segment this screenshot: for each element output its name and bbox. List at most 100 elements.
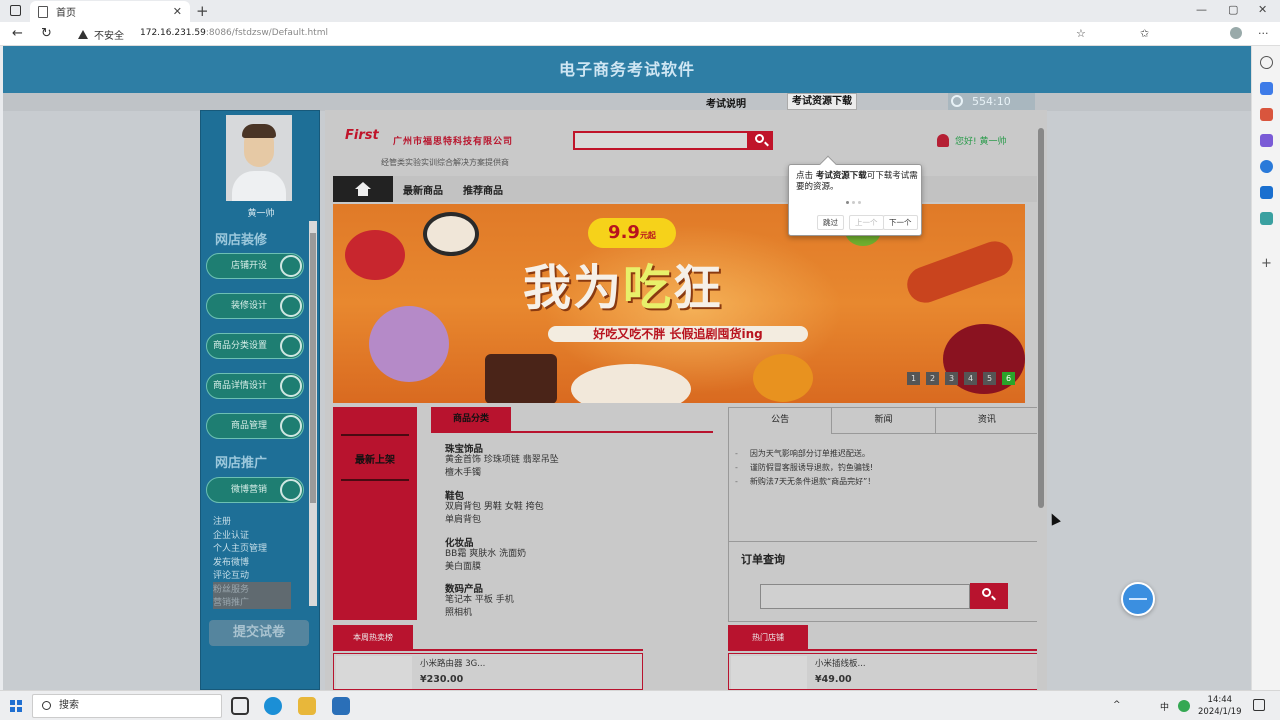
product-image (731, 656, 807, 689)
hot-shop-tab[interactable]: 热门店铺 (728, 625, 808, 650)
subtask-link[interactable]: 评论互动 (213, 568, 291, 582)
window-menu-icon[interactable] (10, 5, 21, 16)
category-items[interactable]: 美白面膜 (445, 561, 645, 574)
subtask-link[interactable]: 营销推广 (213, 595, 291, 609)
status-circle-icon (280, 415, 302, 437)
more-menu-button[interactable]: ··· (1258, 27, 1269, 40)
notification-icon[interactable] (1253, 699, 1265, 711)
category-title[interactable]: 鞋包 (445, 488, 645, 502)
maximize-button[interactable]: ▢ (1228, 3, 1238, 16)
nav-recommended[interactable]: 推荐商品 (463, 182, 503, 197)
minimize-button[interactable]: — (1196, 3, 1207, 16)
add-icon[interactable]: + (1260, 256, 1273, 271)
favorites-icon[interactable]: ✩ (1140, 27, 1149, 40)
slide-dot[interactable]: 2 (926, 372, 939, 385)
tools-icon[interactable] (1260, 108, 1273, 121)
slide-dot[interactable]: 3 (945, 372, 958, 385)
slide-dot-active[interactable]: 6 (1002, 372, 1015, 385)
announcement-item[interactable]: 新购法7天无条件退款“商品完好”！ (735, 476, 875, 490)
security-indicator[interactable]: 不安全 (78, 27, 124, 42)
store-search-input[interactable] (573, 131, 749, 150)
panel-scrollbar[interactable] (309, 221, 317, 606)
task-store-open-button[interactable]: 店铺开设 (206, 253, 304, 279)
category-title[interactable]: 数码产品 (445, 581, 645, 595)
new-tab-button[interactable]: + (196, 2, 209, 20)
task-view-icon[interactable] (231, 697, 249, 715)
store-search-button[interactable] (749, 131, 773, 150)
subtask-link[interactable]: 注册 (213, 514, 291, 528)
order-query-input[interactable] (760, 584, 970, 609)
tour-prev-button[interactable]: 上一个 (849, 215, 884, 230)
category-items[interactable]: 双肩背包 男鞋 女鞋 挎包 (445, 501, 645, 514)
slide-dot[interactable]: 5 (983, 372, 996, 385)
product-card[interactable]: 小米路由器 3G... ¥230.00 (333, 653, 643, 690)
task-product-manage-button[interactable]: 商品管理 (206, 413, 304, 439)
store-scrollbar[interactable] (1037, 116, 1045, 690)
back-button[interactable]: ← (12, 26, 23, 41)
system-clock[interactable]: 14:44 2024/1/19 (1198, 694, 1242, 718)
drop-icon[interactable] (1260, 212, 1273, 225)
taskbar-search[interactable]: 搜索 (32, 694, 222, 718)
exam-toolbar: 考试说明 考试资源下载 554:10 (3, 93, 1251, 111)
floating-assistant-button[interactable] (1121, 582, 1155, 616)
product-card[interactable]: 小米插线板... ¥49.00 (728, 653, 1039, 690)
tab-news[interactable]: 新闻 (832, 408, 936, 434)
app-icon[interactable] (332, 697, 350, 715)
search-icon[interactable] (1260, 56, 1273, 69)
exam-instructions-link[interactable]: 考试说明 (706, 95, 746, 110)
ime-indicator[interactable]: 中 (1160, 700, 1169, 713)
submit-exam-button[interactable]: 提交试卷 (209, 620, 309, 646)
tab-info[interactable]: 资讯 (935, 408, 1038, 434)
new-arrivals-block[interactable]: 最新上架 (333, 407, 417, 620)
slide-dot[interactable]: 1 (907, 372, 920, 385)
announcement-item[interactable]: 因为天气影响部分订单推迟配送。 (735, 448, 875, 462)
subtask-link[interactable]: 企业认证 (213, 528, 291, 542)
category-items[interactable]: 檀木手镯 (445, 467, 645, 480)
profile-avatar[interactable] (1230, 27, 1242, 39)
home-icon (355, 182, 371, 196)
subtask-link[interactable]: 发布微博 (213, 555, 291, 569)
nav-newest[interactable]: 最新商品 (403, 182, 443, 197)
category-items[interactable]: 照相机 (445, 607, 645, 620)
order-query-box: 订单查询 (728, 542, 1039, 622)
order-query-button[interactable] (970, 583, 1008, 609)
resource-download-button[interactable]: 考试资源下载 (787, 93, 857, 110)
category-items[interactable]: 单肩背包 (445, 514, 645, 527)
category-title[interactable]: 化妆品 (445, 535, 645, 549)
games-icon[interactable] (1260, 134, 1273, 147)
start-button[interactable] (10, 700, 22, 712)
hot-week-tab[interactable]: 本周热卖榜 (333, 625, 413, 650)
category-title[interactable]: 珠宝饰品 (445, 441, 645, 455)
reload-button[interactable]: ↻ (41, 26, 52, 41)
url-field[interactable]: 172.16.231.59:8086/fstdzsw/Default.html (140, 28, 328, 38)
shopping-icon[interactable] (1260, 82, 1273, 95)
tab-close-icon[interactable]: ✕ (173, 5, 182, 18)
category-tab[interactable]: 商品分类 (431, 407, 511, 432)
favorite-star-icon[interactable]: ☆ (1076, 27, 1086, 40)
category-items[interactable]: BB霜 爽肤水 洗面奶 (445, 548, 645, 561)
subtask-link[interactable]: 粉丝服务 (213, 581, 291, 595)
subtask-link[interactable]: 个人主页管理 (213, 541, 291, 555)
edge-icon[interactable] (264, 697, 282, 715)
home-button[interactable] (333, 176, 393, 202)
task-decoration-design-button[interactable]: 装修设计 (206, 293, 304, 319)
category-items[interactable]: 笔记本 平板 手机 (445, 594, 645, 607)
browser-tab[interactable]: 首页 ✕ (30, 1, 190, 22)
file-explorer-icon[interactable] (298, 697, 316, 715)
close-window-button[interactable]: ✕ (1258, 3, 1267, 16)
security-tray-icon[interactable] (1178, 700, 1190, 712)
task-product-detail-button[interactable]: 商品详情设计 (206, 373, 304, 399)
slide-dot[interactable]: 4 (964, 372, 977, 385)
announcement-item[interactable]: 谨防假冒客服诱导退款，钓鱼骗钱! (735, 462, 875, 476)
price-tag: 9.9元起 (588, 218, 676, 248)
outlook-icon[interactable] (1260, 186, 1273, 199)
tour-skip-button[interactable]: 跳过 (817, 215, 844, 230)
category-items[interactable]: 黄金首饰 珍珠项链 翡翠吊坠 (445, 454, 645, 467)
task-weibo-marketing-button[interactable]: 微博营销 (206, 477, 304, 503)
tab-announcement[interactable]: 公告 (729, 408, 833, 434)
status-circle-icon (280, 335, 302, 357)
tray-chevron-icon[interactable]: ^ (1113, 700, 1121, 710)
office-icon[interactable] (1260, 160, 1273, 173)
task-category-settings-button[interactable]: 商品分类设置 (206, 333, 304, 359)
tour-next-button[interactable]: 下一个 (883, 215, 918, 230)
